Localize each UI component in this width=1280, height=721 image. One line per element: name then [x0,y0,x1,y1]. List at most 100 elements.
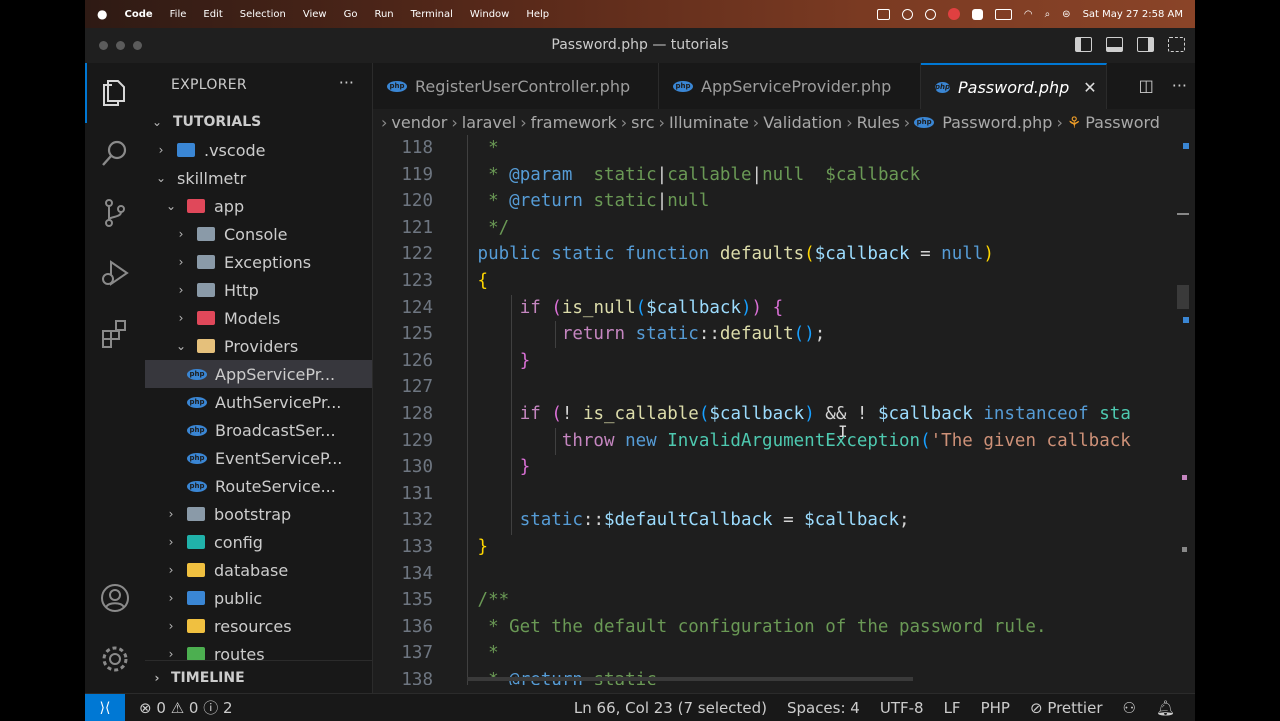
indentation[interactable]: Spaces: 4 [787,699,860,717]
breadcrumb-item[interactable]: Rules [857,113,900,132]
horizontal-scrollbar[interactable] [467,677,913,681]
code-line[interactable]: 126 } [373,348,1195,374]
overview-ruler[interactable] [1177,135,1189,685]
editor-more-actions-icon[interactable]: ··· [1172,76,1187,95]
breadcrumb-item[interactable]: vendor [391,113,447,132]
menu-window[interactable]: Window [470,9,509,20]
code-line[interactable]: 124 if (is_null($callback)) { [373,295,1195,321]
workspace-root[interactable]: ⌄ TUTORIALS [145,108,372,136]
end-of-line[interactable]: LF [944,699,961,717]
tree-item[interactable]: php AppServicePr... [145,360,372,388]
accounts-icon[interactable] [99,582,131,614]
customize-layout-icon[interactable] [1168,37,1185,52]
tree-item[interactable]: › Exceptions [145,248,372,276]
code-line[interactable]: 128 if (! is_callable($callback) && ! $c… [373,401,1195,427]
code-line[interactable]: 120 * @return static|null [373,188,1195,214]
menu-help[interactable]: Help [526,9,549,20]
code-line[interactable]: 121 */ [373,215,1195,241]
tab-password[interactable]: php Password.php ✕ [921,63,1107,109]
tab-register-user-controller[interactable]: php RegisterUserController.php [373,63,659,109]
tree-item[interactable]: php EventServiceP... [145,444,372,472]
code-line[interactable]: 138 * @return static [373,667,1195,685]
problems-indicator[interactable]: ⊗ 0 ⚠ 0 ⓘ 2 [139,697,233,718]
cursor-position[interactable]: Ln 66, Col 23 (7 selected) [574,699,767,717]
toggle-secondary-sidebar-icon[interactable] [1137,37,1154,52]
menu-app-name[interactable]: Code [124,9,152,20]
explorer-icon[interactable] [99,77,131,109]
breadcrumb-item[interactable]: Password.php [942,113,1052,132]
code-line[interactable]: 119 * @param static|callable|null $callb… [373,162,1195,188]
tree-item[interactable]: › public [145,584,372,612]
split-editor-icon[interactable]: ◫ [1139,76,1154,95]
code-line[interactable]: 132 static::$defaultCallback = $callback… [373,507,1195,533]
breadcrumb-item[interactable]: Password [1085,113,1160,132]
code-line[interactable]: 136 * Get the default configuration of t… [373,614,1195,640]
feedback-icon[interactable]: ⚇ [1123,699,1136,717]
breadcrumb-item[interactable]: src [631,113,654,132]
source-control-icon[interactable] [99,197,131,229]
code-line[interactable]: 137 * [373,640,1195,666]
explorer-more-actions-icon[interactable]: ··· [339,73,354,92]
battery-icon[interactable] [994,8,1012,20]
tree-item[interactable]: php BroadcastSer... [145,416,372,444]
code-line[interactable]: 122 public static function defaults($cal… [373,241,1195,267]
menu-selection[interactable]: Selection [240,9,286,20]
toggle-panel-icon[interactable] [1106,37,1123,52]
tree-item[interactable]: › resources [145,612,372,640]
close-tab-icon[interactable]: ✕ [1083,78,1096,97]
search-icon[interactable] [99,137,131,169]
tree-item[interactable]: php RouteService... [145,472,372,500]
breadcrumb-item[interactable]: Illuminate [669,113,749,132]
tree-item[interactable]: › .vscode [145,136,372,164]
tree-item[interactable]: ⌄ app [145,192,372,220]
code-line[interactable]: 125 return static::default(); [373,321,1195,347]
breadcrumb-item[interactable]: framework [531,113,617,132]
tree-item[interactable]: php AuthServicePr... [145,388,372,416]
notification-app-icon[interactable] [971,8,983,20]
code-line[interactable]: 123 { [373,268,1195,294]
creative-cloud-icon[interactable] [901,8,913,20]
tree-item[interactable]: › bootstrap [145,500,372,528]
control-center-icon[interactable]: ⊜ [1062,9,1070,20]
code-line[interactable]: 127 [373,374,1195,400]
tree-item[interactable]: › config [145,528,372,556]
code-area[interactable]: I 118 * 119 * @param static|callable|null… [373,135,1195,685]
extensions-icon[interactable] [99,317,131,349]
wifi-icon[interactable]: ◠ [1024,9,1033,20]
tab-app-service-provider[interactable]: php AppServiceProvider.php [659,63,921,109]
settings-gear-icon[interactable] [99,643,131,675]
menu-view[interactable]: View [303,9,327,20]
code-line[interactable]: 134 [373,561,1195,587]
menu-run[interactable]: Run [374,9,393,20]
notifications-bell-icon[interactable]: 🔔︎ [1156,699,1175,717]
tree-item[interactable]: › Console [145,220,372,248]
tree-item[interactable]: › Http [145,276,372,304]
prettier-status[interactable]: ⊘ Prettier [1030,699,1103,717]
code-line[interactable]: 131 [373,481,1195,507]
code-line[interactable]: 130 } [373,454,1195,480]
breadcrumb-item[interactable]: laravel [462,113,516,132]
vpn-icon[interactable] [924,8,936,20]
menu-go[interactable]: Go [344,9,358,20]
breadcrumb-item[interactable]: Validation [763,113,842,132]
tree-item[interactable]: ⌄ skillmetr [145,164,372,192]
screen-record-icon[interactable] [876,8,890,20]
run-debug-icon[interactable] [99,257,131,289]
language-mode[interactable]: PHP [981,699,1010,717]
tree-item[interactable]: ⌄ Providers [145,332,372,360]
menu-file[interactable]: File [170,9,187,20]
timeline-section[interactable]: › TIMELINE [145,660,372,694]
menu-edit[interactable]: Edit [203,9,222,20]
code-line[interactable]: 133 } [373,534,1195,560]
menubar-clock[interactable]: Sat May 27 2:58 AM [1083,9,1183,20]
encoding[interactable]: UTF-8 [880,699,924,717]
code-line[interactable]: 129 throw new InvalidArgumentException('… [373,428,1195,454]
tree-item[interactable]: › database [145,556,372,584]
tree-item[interactable]: › Models [145,304,372,332]
toggle-primary-sidebar-icon[interactable] [1075,37,1092,52]
menu-terminal[interactable]: Terminal [411,9,453,20]
code-line[interactable]: 118 * [373,135,1195,161]
app-status-icon[interactable] [947,8,960,20]
apple-icon[interactable]: ● [97,7,107,21]
code-line[interactable]: 135 /** [373,587,1195,613]
